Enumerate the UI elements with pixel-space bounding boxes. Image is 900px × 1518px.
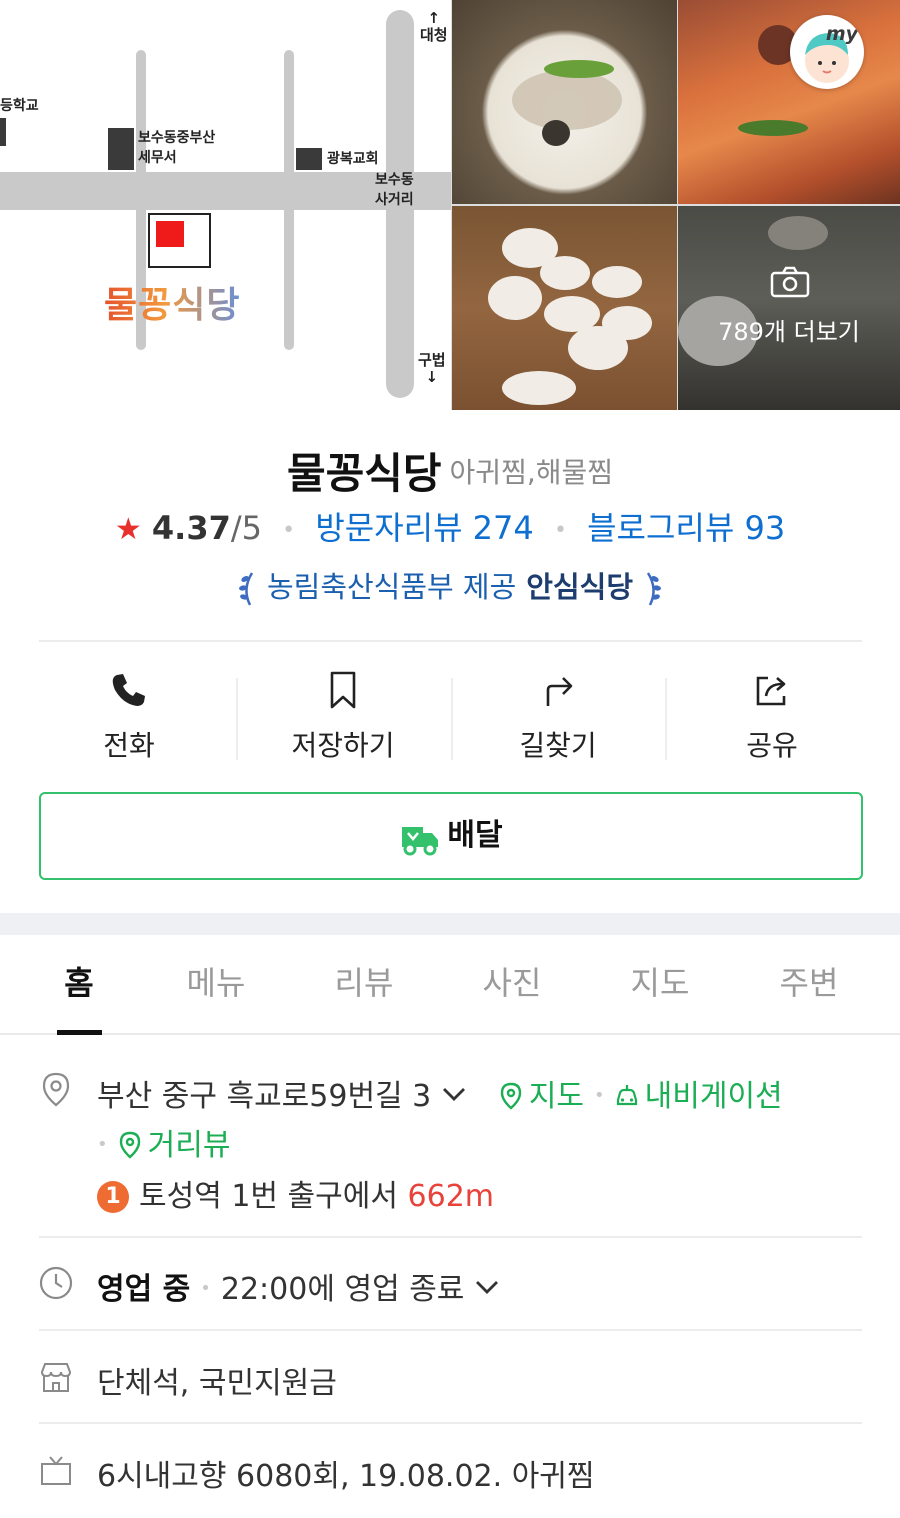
address-text[interactable]: 부산 중구 흑교로59번길 3 bbox=[97, 1079, 431, 1114]
laurel-left-icon bbox=[238, 572, 253, 606]
tv-icon bbox=[41, 1456, 71, 1485]
navigation-link-label: 내비게이션 bbox=[644, 1079, 783, 1114]
map-road bbox=[284, 50, 294, 350]
my-profile-avatar[interactable]: my bbox=[790, 15, 864, 89]
street-view-link[interactable]: 거리뷰 bbox=[118, 1128, 231, 1163]
more-photos-tile[interactable]: 789개 더보기 bbox=[678, 206, 900, 410]
tab-home[interactable]: 홈 bbox=[5, 935, 153, 1033]
map-link-label: 지도 bbox=[528, 1079, 585, 1114]
clock-icon bbox=[39, 1266, 73, 1300]
more-photos-label: 789개 더보기 bbox=[718, 318, 860, 346]
subway-line-badge: 1 bbox=[97, 1181, 129, 1213]
map-label: 광복교회 bbox=[327, 151, 379, 167]
divider bbox=[39, 1236, 862, 1238]
rating-max: /5 bbox=[230, 509, 262, 547]
my-badge-text: my bbox=[825, 23, 858, 45]
subway-row: 1 토성역 1번 출구에서 662m bbox=[97, 1171, 494, 1215]
call-label: 전화 bbox=[103, 729, 155, 762]
delivery-content: 배달 bbox=[41, 794, 861, 878]
map-label: ↑ 대청 bbox=[420, 9, 448, 44]
food-photo[interactable] bbox=[678, 0, 900, 204]
blog-reviews-link[interactable]: 블로그리뷰 93 bbox=[587, 509, 785, 547]
map-pin-icon bbox=[500, 1082, 522, 1110]
active-tab-indicator bbox=[57, 1030, 102, 1035]
save-label: 저장하기 bbox=[291, 729, 395, 762]
directions-arrow-icon bbox=[546, 677, 573, 706]
place-category: 아귀찜,해물찜 bbox=[449, 455, 614, 489]
camera-icon bbox=[770, 266, 810, 298]
place-title-row: 물꽁식당 아귀찜,해물찜 bbox=[0, 440, 900, 501]
street-view-label: 거리뷰 bbox=[147, 1128, 231, 1163]
tab-bar: 홈 메뉴 리뷰 사진 지도 주변 bbox=[0, 935, 900, 1035]
share-button[interactable]: 공유 bbox=[665, 658, 879, 770]
facilities-text: 단체석, 국민지원금 bbox=[97, 1366, 337, 1401]
map-building bbox=[296, 148, 322, 170]
directions-label: 길찾기 bbox=[519, 729, 597, 762]
star-icon: ★ bbox=[114, 512, 142, 547]
map-logo: 물꽁식당 bbox=[104, 276, 240, 328]
phone-icon bbox=[112, 674, 145, 706]
share-icon bbox=[756, 676, 786, 706]
rating-row: ★ 4.37/5 • 방문자리뷰 274 • 블로그리뷰 93 bbox=[0, 503, 900, 549]
closing-time: 22:00에 영업 종료 bbox=[220, 1272, 465, 1307]
chevron-down-icon[interactable] bbox=[441, 1084, 467, 1104]
call-button[interactable]: 전화 bbox=[22, 658, 236, 770]
save-button[interactable]: 저장하기 bbox=[236, 658, 450, 770]
delivery-label: 배달 bbox=[447, 818, 503, 853]
divider bbox=[39, 1329, 862, 1331]
rating-score: 4.37 bbox=[151, 509, 231, 547]
separator-dot: • bbox=[553, 517, 567, 543]
tab-photos[interactable]: 사진 bbox=[438, 935, 586, 1033]
directions-button[interactable]: 길찾기 bbox=[451, 658, 665, 770]
delivery-button[interactable]: 배달 bbox=[39, 792, 863, 880]
food-photo[interactable] bbox=[452, 206, 677, 410]
action-bar: 전화 저장하기 길찾기 공유 bbox=[22, 658, 880, 770]
separator-dot: • bbox=[282, 517, 296, 543]
more-photos-overlay bbox=[678, 206, 900, 410]
tab-nearby[interactable]: 주변 bbox=[735, 935, 883, 1033]
cert-provider: 농림축산식품부 제공 bbox=[266, 570, 517, 604]
divider bbox=[39, 1422, 862, 1424]
cert-title: 안심식당 bbox=[526, 570, 634, 604]
map-label: 등학교 bbox=[0, 98, 39, 114]
delivery-truck-icon bbox=[402, 826, 439, 855]
chevron-down-icon bbox=[476, 1281, 499, 1294]
map-label: 구법 ↓ bbox=[418, 351, 446, 386]
open-status: 영업 중 bbox=[97, 1272, 191, 1307]
photo-strip: 등학교 보수동중부산 세무서 광복교회 보수동 사거리 ↑ 대청 구법 ↓ 물꽁… bbox=[0, 0, 900, 410]
share-label: 공유 bbox=[746, 729, 798, 762]
bookmark-icon bbox=[330, 671, 356, 709]
map-link[interactable]: 지도 bbox=[499, 1079, 584, 1114]
section-separator bbox=[0, 913, 900, 935]
address-row: 부산 중구 흑교로59번길 3 지도 • 내비게이션 bbox=[97, 1071, 783, 1115]
place-name: 물꽁식당 bbox=[286, 449, 442, 498]
subway-station-text: 토성역 1번 출구에서 bbox=[139, 1179, 398, 1214]
street-view-pin-icon bbox=[119, 1131, 140, 1159]
separator-dot: • bbox=[200, 1278, 211, 1299]
navigation-link[interactable]: 내비게이션 bbox=[615, 1079, 783, 1114]
map-building bbox=[108, 128, 134, 170]
tab-reviews[interactable]: 리뷰 bbox=[290, 935, 438, 1033]
food-photo[interactable] bbox=[452, 0, 677, 204]
tab-menu[interactable]: 메뉴 bbox=[142, 935, 290, 1033]
laurel-right-icon bbox=[647, 572, 662, 606]
safe-restaurant-badge[interactable]: 농림축산식품부 제공 안심식당 bbox=[0, 564, 900, 609]
map-label: 보수동 사거리 bbox=[375, 172, 414, 208]
map-marker bbox=[148, 213, 211, 268]
hours-row[interactable]: 영업 중 • 22:00에 영업 종료 bbox=[97, 1264, 500, 1308]
store-icon bbox=[40, 1363, 72, 1392]
tv-appearance-text: 6시내고향 6080회, 19.08.02. 아귀찜 bbox=[97, 1459, 595, 1494]
subway-distance: 662m bbox=[407, 1179, 494, 1214]
tab-map[interactable]: 지도 bbox=[586, 935, 734, 1033]
separator-dot: • bbox=[97, 1134, 108, 1155]
street-view-row: • 거리뷰 bbox=[97, 1120, 230, 1164]
map-building bbox=[0, 118, 6, 146]
divider bbox=[39, 640, 862, 642]
location-pin-icon bbox=[42, 1072, 70, 1107]
map-label: 보수동중부산 세무서 bbox=[138, 130, 216, 166]
car-navigation-icon bbox=[616, 1085, 637, 1106]
back-arrow-icon[interactable] bbox=[30, 28, 80, 84]
visitor-reviews-link[interactable]: 방문자리뷰 274 bbox=[315, 509, 533, 547]
separator-dot: • bbox=[594, 1085, 605, 1106]
